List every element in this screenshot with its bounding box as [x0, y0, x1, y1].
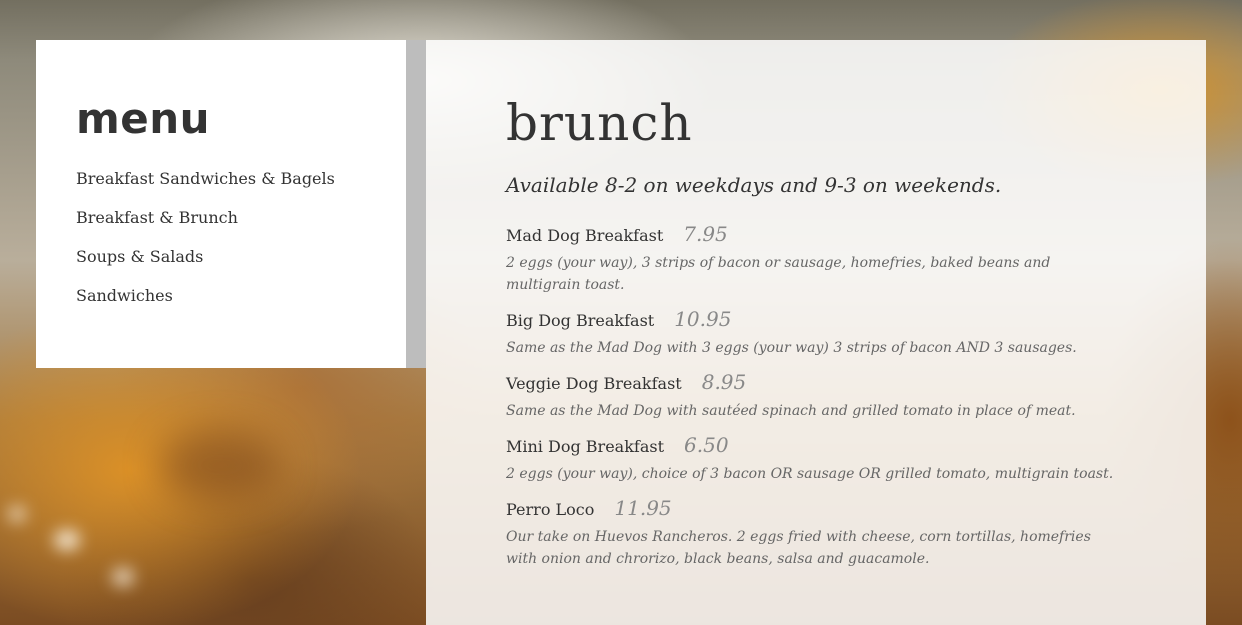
menu-item-header: Mini Dog Breakfast 6.50 — [506, 433, 1126, 459]
section-content: brunch Available 8-2 on weekdays and 9-3… — [506, 98, 1126, 581]
menu-item: Mini Dog Breakfast 6.50 2 eggs (your way… — [506, 433, 1126, 485]
menu-panel: menu Breakfast Sandwiches & Bagels Break… — [36, 40, 406, 368]
menu-item-description: 2 eggs (your way), choice of 3 bacon OR … — [506, 466, 1114, 482]
menu-item-name: Mini Dog Breakfast — [506, 437, 665, 456]
background-highlight — [8, 506, 26, 522]
menu-item-price: 10.95 — [674, 307, 732, 331]
menu-item-price: 7.95 — [683, 222, 728, 246]
menu-item-name: Veggie Dog Breakfast — [506, 374, 682, 393]
menu-item-breakfast-sandwiches-bagels[interactable]: Breakfast Sandwiches & Bagels — [76, 169, 335, 208]
menu-item-header: Mad Dog Breakfast 7.95 — [506, 222, 1126, 248]
menu-item-breakfast-brunch[interactable]: Breakfast & Brunch — [76, 208, 335, 247]
menu-divider — [406, 40, 426, 368]
menu-item-description: Same as the Mad Dog with sautéed spinach… — [506, 403, 1076, 419]
menu-item-price: 6.50 — [684, 433, 729, 457]
menu-item-description: Same as the Mad Dog with 3 eggs (your wa… — [506, 340, 1077, 356]
menu-items-list: Mad Dog Breakfast 7.95 2 eggs (your way)… — [506, 222, 1126, 570]
menu-item-name: Mad Dog Breakfast — [506, 226, 664, 245]
menu-item-price: 11.95 — [614, 496, 672, 520]
menu-item-name: Big Dog Breakfast — [506, 311, 655, 330]
menu-item-price: 8.95 — [701, 370, 747, 394]
background-highlight — [54, 530, 80, 550]
menu-item-header: Big Dog Breakfast 10.95 — [506, 307, 1126, 333]
menu-item-description: Our take on Huevos Rancheros. 2 eggs fri… — [506, 529, 1091, 567]
menu-list: Breakfast Sandwiches & Bagels Breakfast … — [76, 169, 335, 325]
menu-item-name: Perro Loco — [506, 500, 595, 519]
menu-item: Big Dog Breakfast 10.95 Same as the Mad … — [506, 307, 1126, 359]
menu-item-soups-salads[interactable]: Soups & Salads — [76, 247, 335, 286]
menu-item: Veggie Dog Breakfast 8.95 Same as the Ma… — [506, 370, 1126, 422]
menu-title: menu — [76, 94, 211, 143]
background-shadow — [160, 430, 280, 500]
menu-item-sandwiches[interactable]: Sandwiches — [76, 286, 335, 325]
menu-item: Perro Loco 11.95 Our take on Huevos Ranc… — [506, 496, 1126, 570]
content-panel: brunch Available 8-2 on weekdays and 9-3… — [426, 40, 1206, 625]
menu-item-description: 2 eggs (your way), 3 strips of bacon or … — [506, 255, 1051, 293]
background-highlight — [112, 568, 134, 586]
section-subtitle: Available 8-2 on weekdays and 9-3 on wee… — [506, 173, 1002, 197]
menu-item-header: Veggie Dog Breakfast 8.95 — [506, 370, 1126, 396]
menu-item-header: Perro Loco 11.95 — [506, 496, 1126, 522]
menu-item: Mad Dog Breakfast 7.95 2 eggs (your way)… — [506, 222, 1126, 296]
section-title: brunch — [506, 94, 693, 152]
